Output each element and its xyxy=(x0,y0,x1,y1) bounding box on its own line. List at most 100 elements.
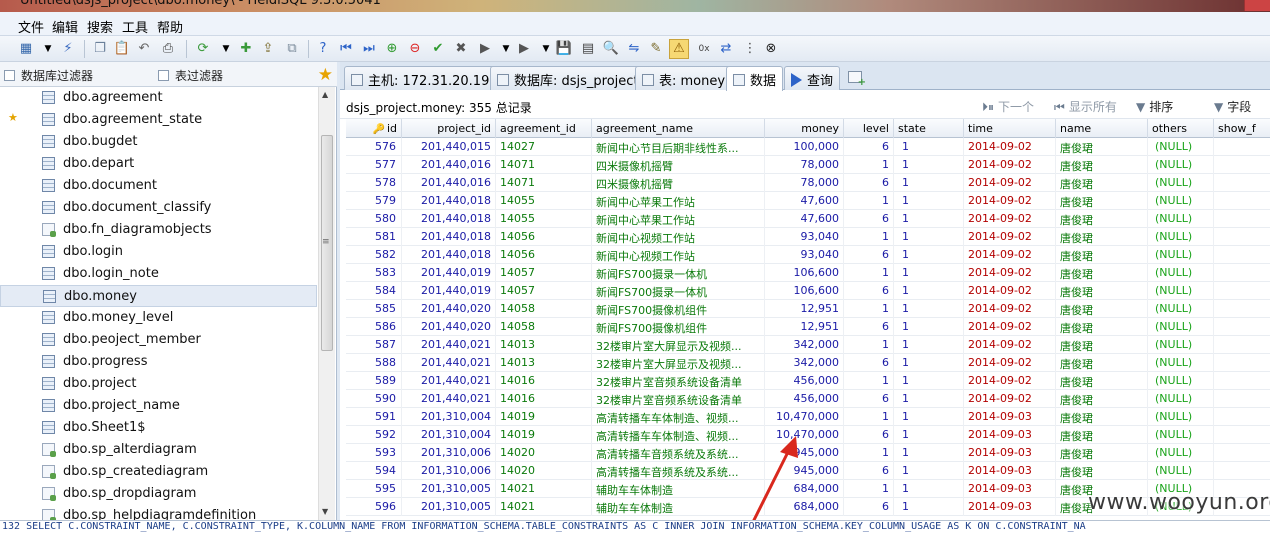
cell-id[interactable]: 576 xyxy=(346,138,402,156)
cell-agreement-id[interactable]: 14055 xyxy=(496,192,592,210)
cell-project-id[interactable]: 201,440,016 xyxy=(402,174,496,192)
cell-others[interactable]: (NULL) xyxy=(1148,192,1214,210)
cell-state[interactable]: 1 xyxy=(894,354,964,372)
cell-money[interactable]: 12,951 xyxy=(765,300,844,318)
cell-others[interactable]: (NULL) xyxy=(1148,138,1214,156)
help-icon[interactable]: ? xyxy=(315,41,331,57)
cell-money[interactable]: 106,600 xyxy=(765,264,844,282)
cell-time[interactable]: 2014-09-02 xyxy=(964,210,1056,228)
new-query-tab-icon[interactable] xyxy=(848,71,866,88)
cell-id[interactable]: 589 xyxy=(346,372,402,390)
format-icon[interactable]: ⇋ xyxy=(626,41,642,57)
close-window-button[interactable] xyxy=(1244,0,1270,11)
post-icon[interactable]: ✔ xyxy=(430,41,446,57)
object-item[interactable]: dbo.sp_creatediagram xyxy=(0,461,317,483)
cell-project-id[interactable]: 201,310,005 xyxy=(402,498,496,516)
cell-level[interactable]: 1 xyxy=(844,156,894,174)
cell-project-id[interactable]: 201,310,004 xyxy=(402,426,496,444)
tab-table[interactable]: 表: money xyxy=(635,66,733,90)
cell-level[interactable]: 1 xyxy=(844,192,894,210)
warning-icon[interactable]: ⚠ xyxy=(669,39,689,59)
cell-show-f[interactable] xyxy=(1214,354,1270,372)
table-row[interactable]: 585 201,440,020 14058 新闻FS700摄像机组件 12,951 1 1 2… xyxy=(346,300,1270,318)
import-icon[interactable]: ⧉ xyxy=(284,41,300,57)
column-header-money[interactable]: money xyxy=(765,119,844,138)
run-dropdown-icon[interactable]: ▼ xyxy=(498,41,514,57)
cell-name[interactable]: 唐俊珺 xyxy=(1056,282,1148,300)
cell-show-f[interactable] xyxy=(1214,390,1270,408)
column-header-agreement-name[interactable]: agreement_name xyxy=(592,119,765,138)
cell-id[interactable]: 592 xyxy=(346,426,402,444)
cell-agreement-name[interactable]: 四米摄像机摇臂 xyxy=(592,174,765,192)
cell-level[interactable]: 1 xyxy=(844,408,894,426)
cell-agreement-name[interactable]: 高清转播车车体制造、视频... xyxy=(592,408,765,426)
cell-show-f[interactable] xyxy=(1214,228,1270,246)
dropdown-icon[interactable]: ▼ xyxy=(40,41,56,57)
object-item[interactable]: dbo.fn_diagramobjects xyxy=(0,219,317,241)
object-item[interactable]: dbo.depart xyxy=(0,153,317,175)
object-item[interactable]: dbo.sp_helpdiagramdefinition xyxy=(0,505,317,520)
cell-state[interactable]: 1 xyxy=(894,138,964,156)
cell-state[interactable]: 1 xyxy=(894,228,964,246)
cell-name[interactable]: 唐俊珺 xyxy=(1056,426,1148,444)
cell-time[interactable]: 2014-09-02 xyxy=(964,372,1056,390)
cell-level[interactable]: 6 xyxy=(844,282,894,300)
cell-agreement-id[interactable]: 14058 xyxy=(496,300,592,318)
object-item[interactable]: dbo.money xyxy=(0,285,317,307)
cell-money[interactable]: 100,000 xyxy=(765,138,844,156)
cell-show-f[interactable] xyxy=(1214,372,1270,390)
cell-time[interactable]: 2014-09-03 xyxy=(964,462,1056,480)
table-row[interactable]: 591 201,310,004 14019 高清转播车车体制造、视频... 10,470… xyxy=(346,408,1270,426)
cell-project-id[interactable]: 201,440,021 xyxy=(402,372,496,390)
cell-state[interactable]: 1 xyxy=(894,498,964,516)
cell-agreement-id[interactable]: 14058 xyxy=(496,318,592,336)
cell-id[interactable]: 577 xyxy=(346,156,402,174)
cell-time[interactable]: 2014-09-02 xyxy=(964,282,1056,300)
object-item[interactable]: dbo.project xyxy=(0,373,317,395)
object-item[interactable]: dbo.sp_alterdiagram xyxy=(0,439,317,461)
cell-show-f[interactable] xyxy=(1214,300,1270,318)
cell-id[interactable]: 591 xyxy=(346,408,402,426)
cell-time[interactable]: 2014-09-02 xyxy=(964,300,1056,318)
cell-show-f[interactable] xyxy=(1214,336,1270,354)
cell-project-id[interactable]: 201,440,021 xyxy=(402,354,496,372)
cell-time[interactable]: 2014-09-02 xyxy=(964,192,1056,210)
cell-state[interactable]: 1 xyxy=(894,336,964,354)
object-item[interactable]: dbo.document xyxy=(0,175,317,197)
cell-id[interactable]: 586 xyxy=(346,318,402,336)
table-row[interactable]: 588 201,440,021 14013 32楼审片室大屏显示及视频... 342,0… xyxy=(346,354,1270,372)
table-row[interactable]: 579 201,440,018 14055 新闻中心苹果工作站 47,600 1 1 2014… xyxy=(346,192,1270,210)
cell-name[interactable]: 唐俊珺 xyxy=(1056,246,1148,264)
table-row[interactable]: 576 201,440,015 14027 新闻中心节目后期非线性系... 100,00… xyxy=(346,138,1270,156)
cell-time[interactable]: 2014-09-03 xyxy=(964,408,1056,426)
cell-agreement-id[interactable]: 14057 xyxy=(496,264,592,282)
table-row[interactable]: 587 201,440,021 14013 32楼审片室大屏显示及视频... 342,0… xyxy=(346,336,1270,354)
print-icon[interactable]: ⎙ xyxy=(160,41,176,57)
cell-level[interactable]: 1 xyxy=(844,264,894,282)
cell-time[interactable]: 2014-09-02 xyxy=(964,138,1056,156)
cell-agreement-id[interactable]: 14056 xyxy=(496,228,592,246)
cell-time[interactable]: 2014-09-02 xyxy=(964,318,1056,336)
cell-name[interactable]: 唐俊珺 xyxy=(1056,300,1148,318)
cell-state[interactable]: 1 xyxy=(894,264,964,282)
cell-time[interactable]: 2014-09-02 xyxy=(964,156,1056,174)
table-row[interactable]: 590 201,440,021 14016 32楼审片室音频系统设备清单 456,000… xyxy=(346,390,1270,408)
cell-money[interactable]: 10,470,000 xyxy=(765,408,844,426)
table-filter[interactable]: 表过滤器 xyxy=(158,67,223,84)
cell-show-f[interactable] xyxy=(1214,174,1270,192)
cell-show-f[interactable] xyxy=(1214,318,1270,336)
tab-query[interactable]: 查询 xyxy=(784,66,841,90)
cell-project-id[interactable]: 201,440,015 xyxy=(402,138,496,156)
cell-agreement-id[interactable]: 14020 xyxy=(496,444,592,462)
session-manager-icon[interactable]: ▦ xyxy=(18,41,34,57)
cell-level[interactable]: 1 xyxy=(844,336,894,354)
table-row[interactable]: 586 201,440,020 14058 新闻FS700摄像机组件 12,951 6 1 2… xyxy=(346,318,1270,336)
cell-name[interactable]: 唐俊珺 xyxy=(1056,444,1148,462)
tab-data[interactable]: 数据 xyxy=(726,66,784,91)
cell-others[interactable]: (NULL) xyxy=(1148,408,1214,426)
cell-name[interactable]: 唐俊珺 xyxy=(1056,462,1148,480)
scroll-down-icon[interactable]: ▼ xyxy=(322,507,328,516)
run-selection-dropdown-icon[interactable]: ▼ xyxy=(538,41,554,57)
save-icon[interactable]: 💾 xyxy=(556,41,572,57)
cell-time[interactable]: 2014-09-03 xyxy=(964,444,1056,462)
